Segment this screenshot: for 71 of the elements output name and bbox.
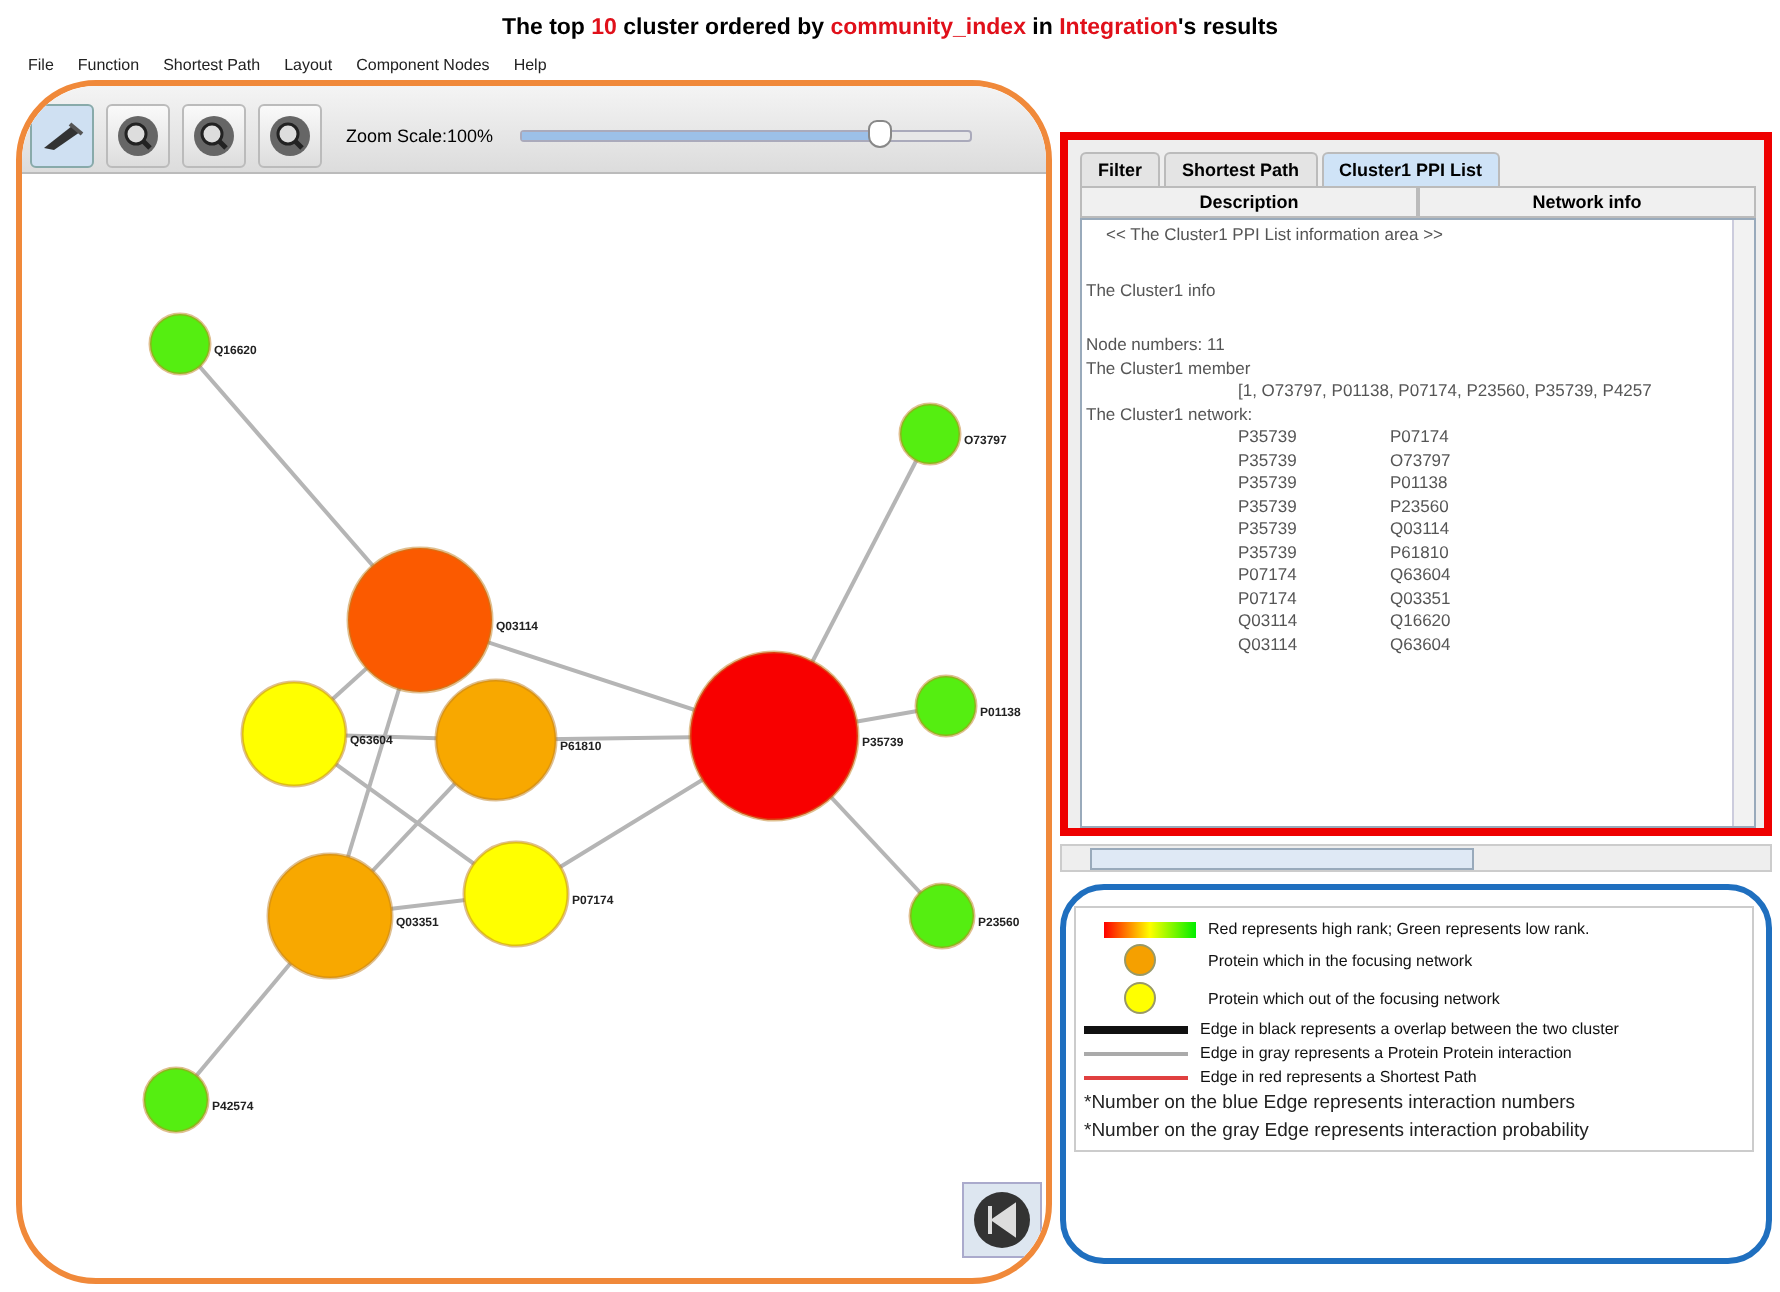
protein-id: P35739 [1238,426,1299,449]
skip-back-button[interactable] [962,1182,1042,1258]
zoom-button[interactable] [182,103,246,167]
protein-id: P35739 [1238,518,1299,541]
protein-id: P01138 [1390,472,1448,495]
skip-back-icon [972,1190,1032,1250]
panel-tab[interactable]: Cluster1 PPI List [1321,152,1501,186]
menu-item[interactable]: Shortest Path [163,56,261,80]
protein-id: P35739 [1238,472,1299,495]
protein-id: O73797 [1390,449,1451,472]
info-line: Node numbers: 11 [1086,334,1227,357]
zoom-scale-label: Zoom Scale:100% [346,125,494,145]
panel-tab[interactable]: Filter [1080,152,1161,186]
menu-item[interactable]: Component Nodes [356,56,490,80]
sub-tab[interactable]: Description [1080,186,1418,218]
info-line: The Cluster1 network: [1086,403,1255,426]
protein-id: P23560 [1390,495,1449,518]
legend-text: Edge in black represents a overlap between the two cluster [1200,1020,1619,1038]
protein-id: Q03351 [1390,587,1451,610]
protein-id: Q63604 [1390,564,1451,587]
magnifier-icon [116,113,160,157]
protein-node[interactable] [266,852,394,980]
panel-tab[interactable]: Shortest Path [1164,152,1318,186]
protein-node[interactable] [898,402,962,466]
protein-node[interactable] [142,1066,210,1134]
protein-id: P61810 [1390,541,1449,564]
menu-item[interactable]: Function [77,56,140,80]
menu-item[interactable]: Help [513,56,547,80]
horizontal-scrollbar[interactable] [1060,844,1772,872]
protein-id: P07174 [1390,426,1449,449]
pen-icon [40,119,84,151]
info-line: The Cluster1 info [1086,279,1218,302]
protein-node[interactable] [434,678,558,802]
protein-node[interactable] [688,650,860,822]
legend-text: Edge in red represents a Shortest Path [1200,1068,1477,1086]
protein-id: Q63604 [1390,633,1451,656]
protein-id: P07174 [1238,564,1299,587]
legend-text: *Number on the gray Edge represents interaction probability [1084,1120,1589,1142]
menu-item[interactable]: File [28,56,54,80]
protein-id: Q03114 [1238,633,1300,656]
protein-node[interactable] [240,680,348,788]
zoom-button[interactable] [106,103,170,167]
sub-tab[interactable]: Network info [1418,186,1756,218]
member-list: [1, O73797, P01138, P07174, P23560, P35739, P4257 [1086,380,1722,403]
legend-text: Protein which out of the focusing network [1208,989,1500,1007]
window-title: The top 10 cluster ordered by community_index in Integration's results [499,14,1281,44]
protein-node[interactable] [914,674,978,738]
legend-text: Protein which in the focusing network [1208,951,1473,969]
menu-item[interactable]: Layout [284,56,333,80]
zoom-button[interactable] [258,103,322,167]
pointer-tool-button[interactable] [30,103,94,167]
rank-gradient-icon [1104,921,1196,937]
protein-id: P35739 [1238,449,1299,472]
protein-node[interactable] [462,840,570,948]
protein-node[interactable] [148,312,212,376]
protein-id: Q03114 [1390,518,1450,541]
protein-node[interactable] [908,882,976,950]
info-line: The Cluster1 member [1086,357,1253,380]
protein-id: P35739 [1238,541,1299,564]
protein-id: Q03114 [1238,610,1300,633]
magnifier-icon [192,113,236,157]
legend-text: *Number on the blue Edge represents interaction numbers [1084,1092,1576,1114]
protein-id: Q16620 [1390,610,1451,633]
protein-id: P07174 [1238,587,1299,610]
magnifier-icon [268,113,312,157]
legend-text: Red represents high rank; Green represents low rank. [1208,920,1590,938]
scrollbar[interactable] [1732,220,1754,826]
protein-id: P35739 [1238,495,1299,518]
info-heading: << The Cluster1 PPI List information area >> [1104,224,1446,247]
legend-text: Edge in gray represents a Protein Protein interaction [1200,1044,1572,1062]
protein-node[interactable] [346,546,494,694]
